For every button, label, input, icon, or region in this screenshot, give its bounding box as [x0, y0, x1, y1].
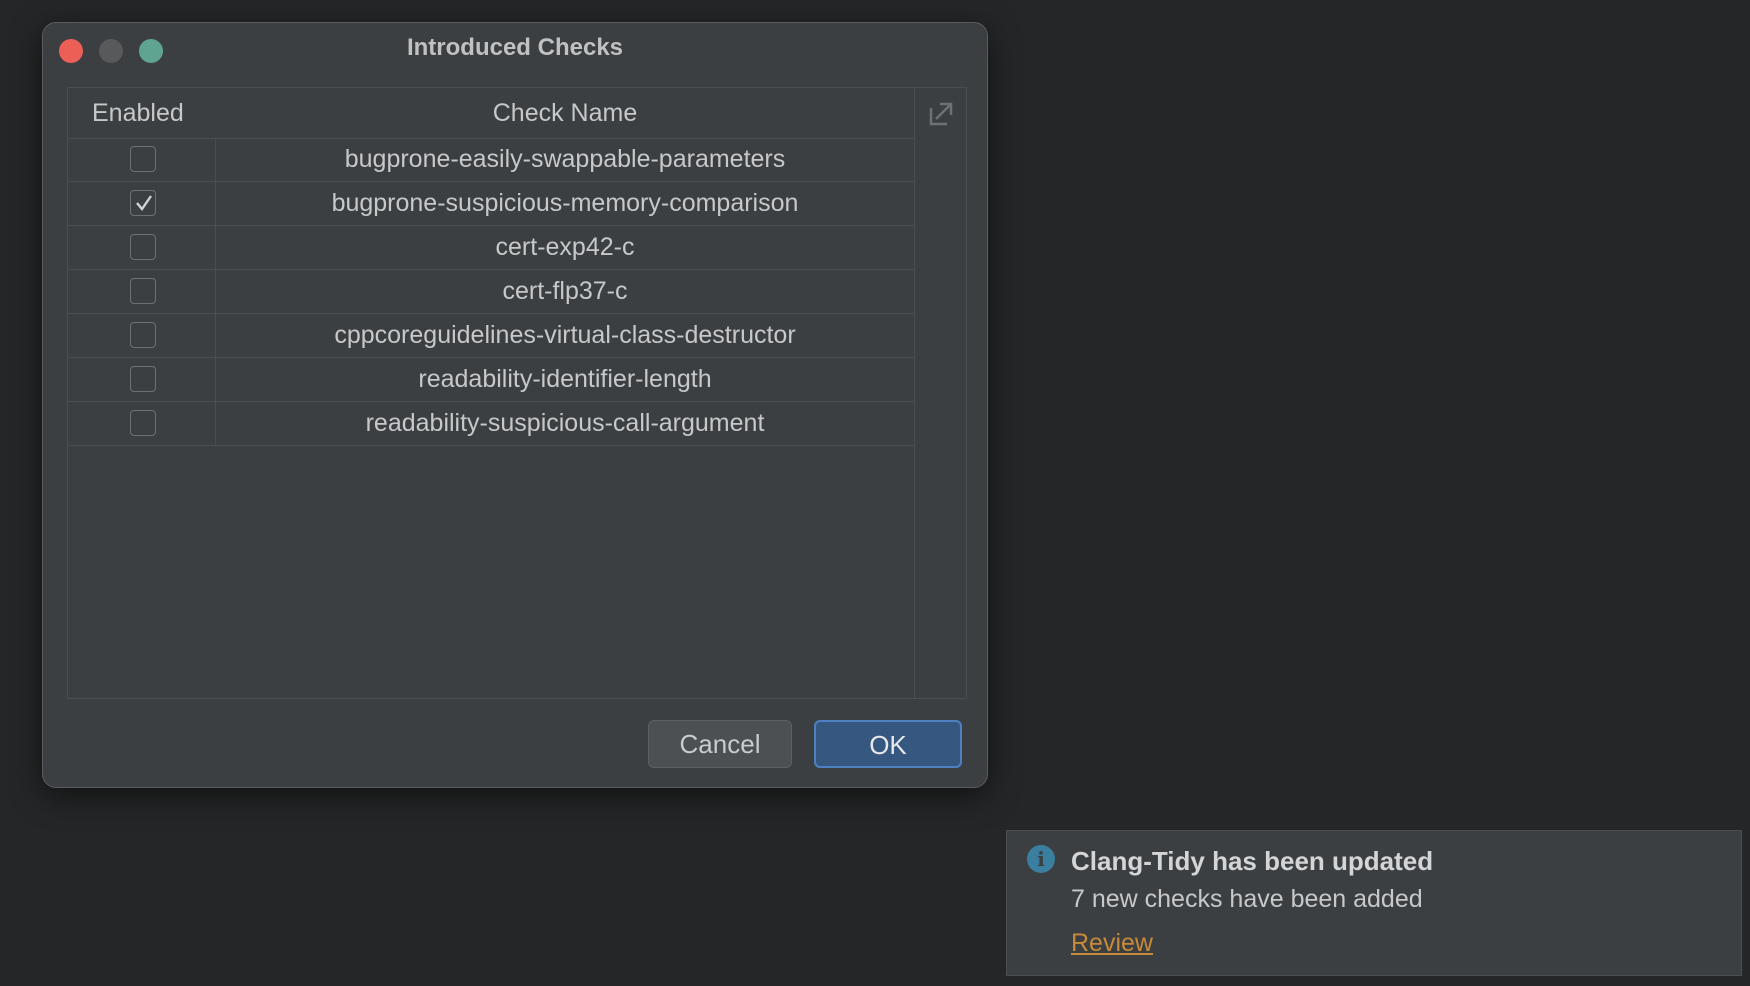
enabled-checkbox[interactable]: [130, 278, 156, 304]
check-name-cell: cert-flp37-c: [502, 277, 628, 305]
introduced-checks-dialog: Introduced Checks Enabled Check Name bug…: [42, 22, 988, 788]
table-header: Enabled Check Name: [68, 88, 914, 139]
enabled-cell: [68, 270, 216, 313]
check-name-cell: cert-exp42-c: [495, 233, 635, 261]
table-row[interactable]: readability-identifier-length: [68, 358, 914, 402]
enabled-checkbox[interactable]: [130, 190, 156, 216]
check-name-cell: readability-identifier-length: [418, 365, 712, 393]
enabled-cell: [68, 314, 216, 357]
enabled-checkbox[interactable]: [130, 410, 156, 436]
checks-table: Enabled Check Name bugprone-easily-swapp…: [67, 87, 967, 699]
export-icon[interactable]: [927, 100, 955, 128]
column-header-enabled[interactable]: Enabled: [92, 88, 184, 138]
dialog-title: Introduced Checks: [406, 34, 624, 61]
enabled-cell: [68, 226, 216, 269]
enabled-cell: [68, 182, 216, 225]
enabled-checkbox[interactable]: [130, 234, 156, 260]
notification-title: Clang-Tidy has been updated: [1071, 846, 1434, 876]
checkmark-icon: [136, 195, 152, 211]
column-header-check-name[interactable]: Check Name: [216, 88, 914, 138]
enabled-cell: [68, 402, 216, 445]
enabled-checkbox[interactable]: [130, 366, 156, 392]
table-row[interactable]: readability-suspicious-call-argument: [68, 402, 914, 446]
enabled-checkbox[interactable]: [130, 146, 156, 172]
enabled-checkbox[interactable]: [130, 322, 156, 348]
checks-table-body: Enabled Check Name bugprone-easily-swapp…: [68, 88, 914, 698]
cancel-button[interactable]: Cancel: [648, 720, 792, 768]
table-row[interactable]: bugprone-suspicious-memory-comparison: [68, 182, 914, 226]
enabled-cell: [68, 358, 216, 401]
enabled-cell: [68, 138, 216, 181]
table-toolbar: [914, 88, 967, 698]
review-link[interactable]: Review: [1071, 927, 1153, 959]
info-icon: i: [1027, 845, 1055, 873]
check-name-cell: readability-suspicious-call-argument: [365, 409, 765, 437]
check-name-cell: bugprone-suspicious-memory-comparison: [331, 189, 799, 217]
table-row[interactable]: bugprone-easily-swappable-parameters: [68, 138, 914, 182]
ok-button[interactable]: OK: [814, 720, 962, 768]
table-row[interactable]: cert-flp37-c: [68, 270, 914, 314]
check-name-cell: bugprone-easily-swappable-parameters: [344, 145, 786, 173]
check-name-cell: cppcoreguidelines-virtual-class-destruct…: [334, 321, 796, 349]
notification-balloon: i Clang-Tidy has been updated 7 new chec…: [1006, 830, 1742, 976]
table-row[interactable]: cert-exp42-c: [68, 226, 914, 270]
table-row[interactable]: cppcoreguidelines-virtual-class-destruct…: [68, 314, 914, 358]
notification-body: 7 new checks have been added: [1071, 885, 1423, 913]
